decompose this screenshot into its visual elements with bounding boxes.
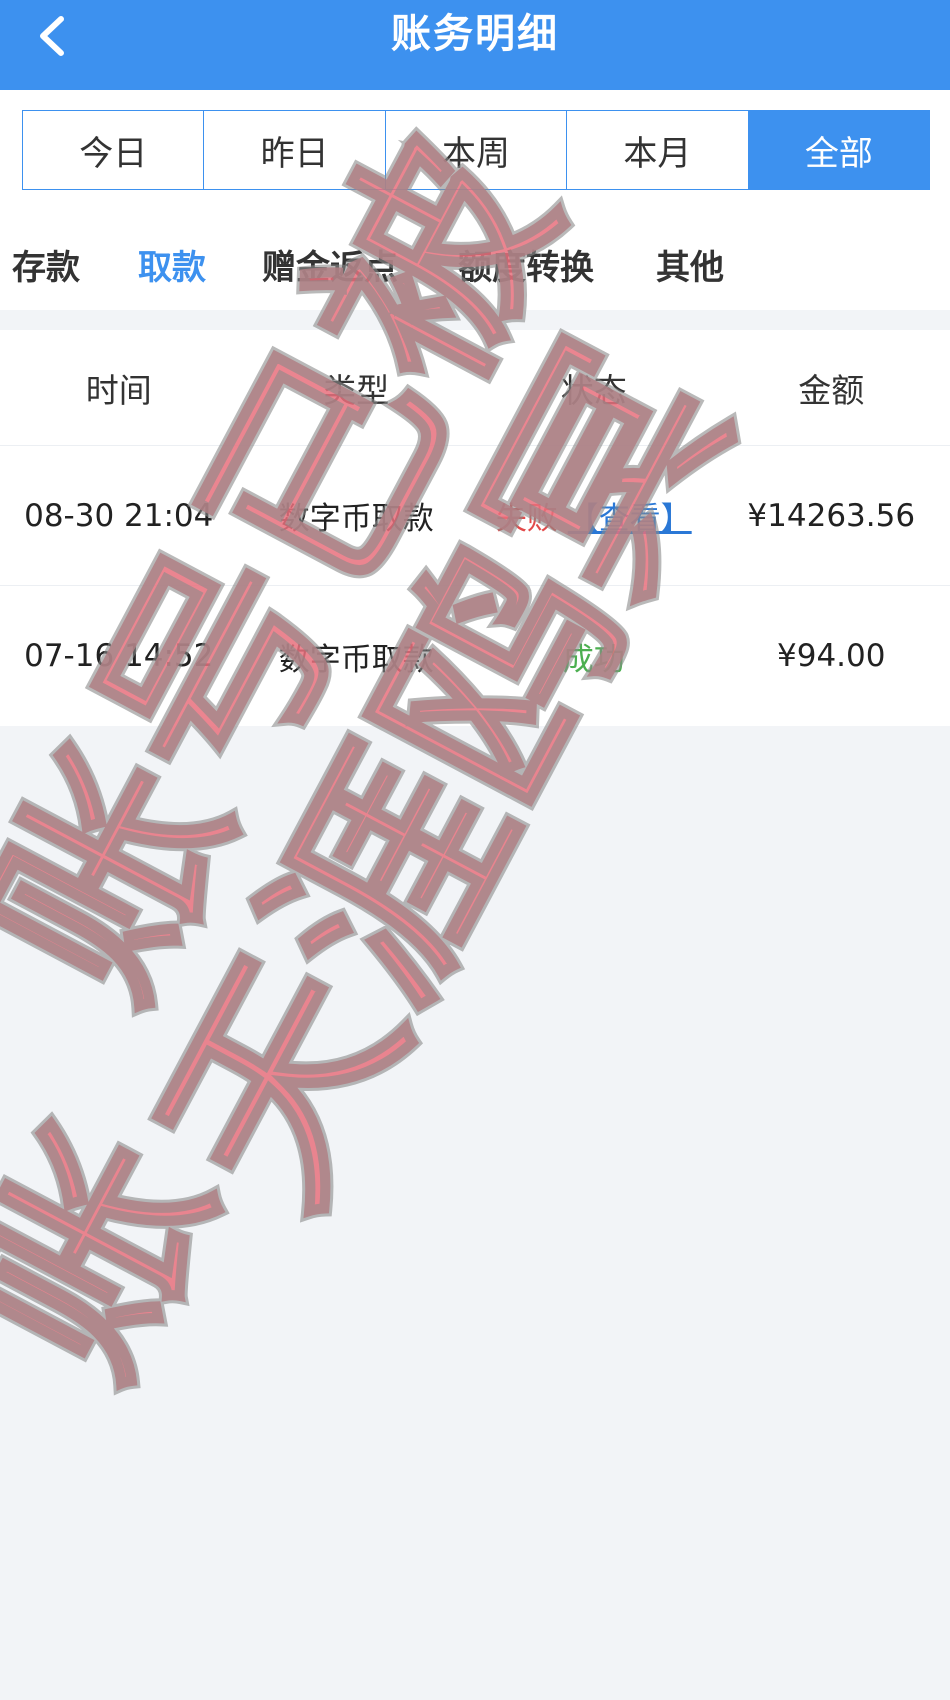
app-header: 账务明细 [0, 0, 950, 90]
tab-deposit[interactable]: 存款 [12, 238, 80, 298]
row-type: 数字币取款 [238, 634, 476, 679]
table-row: 07-16 14:52 数字币取款 成功 ¥94.00 [0, 586, 950, 726]
tab-yesterday[interactable]: 昨日 [204, 111, 385, 189]
column-header-status: 状态 [475, 364, 713, 412]
transaction-table: 时间 类型 状态 金额 08-30 21:04 数字币取款 失败 【查看】 ¥1… [0, 330, 950, 726]
tab-all[interactable]: 全部 [749, 111, 929, 189]
status-badge: 失败 [496, 501, 558, 537]
view-detail-link[interactable]: 【查看】 [568, 501, 692, 537]
row-type: 数字币取款 [238, 493, 476, 538]
column-header-time: 时间 [0, 364, 238, 412]
table-row: 08-30 21:04 数字币取款 失败 【查看】 ¥14263.56 [0, 446, 950, 586]
row-amount: ¥94.00 [713, 638, 950, 674]
row-time: 08-30 21:04 [0, 498, 238, 534]
row-status: 成功 [475, 634, 713, 679]
section-divider [0, 310, 950, 330]
status-badge: 成功 [563, 642, 625, 678]
table-header-row: 时间 类型 状态 金额 [0, 330, 950, 446]
row-amount: ¥14263.56 [713, 498, 950, 534]
period-tabs: 今日 昨日 本周 本月 全部 [22, 110, 930, 190]
row-status: 失败 【查看】 [475, 493, 713, 538]
watermark-line-3: 账 [0, 1087, 267, 1415]
tab-withdraw[interactable]: 取款 [138, 238, 206, 298]
tab-this-month[interactable]: 本月 [567, 111, 748, 189]
tab-this-week[interactable]: 本周 [386, 111, 567, 189]
row-time: 07-16 14:52 [0, 638, 238, 674]
tab-today[interactable]: 今日 [23, 111, 204, 189]
column-header-type: 类型 [238, 364, 476, 412]
tab-bonus-rebate[interactable]: 赠金返点 [262, 238, 398, 298]
tab-other[interactable]: 其他 [656, 238, 724, 298]
page-title: 账务明细 [0, 0, 950, 68]
tab-credit-transfer[interactable]: 额度转换 [458, 238, 594, 298]
category-tabs: 存款 取款 赠金返点 额度转换 其他 [0, 238, 950, 298]
column-header-amount: 金额 [713, 364, 950, 412]
